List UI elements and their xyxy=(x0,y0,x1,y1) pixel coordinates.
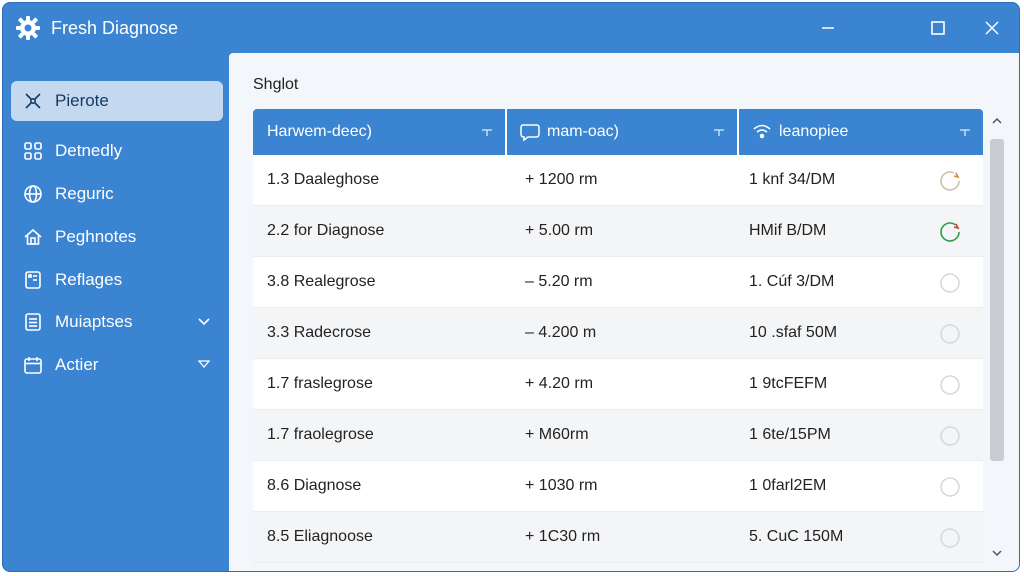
sidebar-item-pierote[interactable]: Pierote xyxy=(11,81,223,121)
sidebar-item-muiaptses[interactable]: Muiaptses xyxy=(11,302,223,342)
table-cell-time: HMif B/DM xyxy=(749,222,827,239)
table-cell-name: 8.6 Diagnose xyxy=(267,477,362,494)
title-bar: Fresh Diagnose xyxy=(3,3,1019,53)
sort-icon[interactable] xyxy=(959,129,971,137)
grid-icon xyxy=(23,141,43,161)
table-cell-value: – 5.20 rm xyxy=(525,273,593,290)
table-cell-value: – 4.200 m xyxy=(525,324,597,341)
column-header-label: leanopiee xyxy=(779,123,849,140)
table-cell-value: + 1C30 rm xyxy=(525,528,601,545)
wifi-icon xyxy=(753,124,771,139)
table-cell-name: 1.3 Daaleghose xyxy=(267,171,380,188)
scroll-thumb[interactable] xyxy=(990,139,1004,461)
chevron-up-icon[interactable] xyxy=(991,115,1003,127)
sidebar-item-label: Pierote xyxy=(55,91,109,110)
sidebar: Pierote Detnedly Reguric Peghnotes Refla xyxy=(3,53,229,571)
status-idle-icon[interactable] xyxy=(939,527,961,549)
table-cell-time: 1 9tcFEFM xyxy=(749,375,828,392)
table-cell-name: 3.3 Radecrose xyxy=(267,324,372,341)
column-header[interactable]: Harwem-deec) xyxy=(253,109,507,155)
network-icon xyxy=(23,91,43,111)
table-cell-time: 5. CuC 150M xyxy=(749,528,844,545)
sidebar-item-actier[interactable]: Actier xyxy=(11,345,223,385)
main-content: Shglot Harwem-deec) mam-oac) leanopiee 1… xyxy=(229,53,1019,571)
column-header-label: Harwem-deec) xyxy=(267,123,372,140)
app-title: Fresh Diagnose xyxy=(51,18,179,38)
minimize-icon xyxy=(822,27,834,29)
table-cell-time: 1. Cúf 3/DM xyxy=(749,273,835,290)
table-row[interactable]: 8.5 Eliagnoose + 1C30 rm 5. CuC 150M xyxy=(253,512,983,563)
table-row[interactable]: 1.3 Daaleghose + 1200 rm 1 knf 34/DM xyxy=(253,155,983,206)
document-icon xyxy=(23,270,43,290)
column-header-label: mam-oac) xyxy=(547,123,620,140)
column-header[interactable]: leanopiee xyxy=(739,109,983,155)
table-cell-name: 1.7 fraolegrose xyxy=(267,426,374,443)
globe-icon xyxy=(23,184,43,204)
status-idle-icon[interactable] xyxy=(939,272,961,294)
table-row[interactable]: 1.7 fraslegrose + 4.20 rm 1 9tcFEFM xyxy=(253,359,983,410)
caret-down-icon[interactable] xyxy=(197,357,211,371)
table-cell-name: 3.8 Realegrose xyxy=(267,273,376,290)
status-idle-icon[interactable] xyxy=(939,425,961,447)
chevron-down-icon[interactable] xyxy=(197,314,211,328)
column-header[interactable]: mam-oac) xyxy=(507,109,739,155)
close-button[interactable] xyxy=(977,15,1007,41)
sidebar-item-reflages[interactable]: Reflages xyxy=(11,260,223,300)
table-row[interactable]: 3.8 Realegrose – 5.20 rm 1. Cúf 3/DM xyxy=(253,257,983,308)
chevron-down-icon[interactable] xyxy=(991,547,1003,559)
sidebar-item-reguric[interactable]: Reguric xyxy=(11,174,223,214)
table-cell-value: + 4.20 rm xyxy=(525,375,594,392)
gear-icon xyxy=(16,16,40,40)
table-cell-value: + M60rm xyxy=(525,426,589,443)
section-title: Shglot xyxy=(253,76,299,93)
status-idle-icon[interactable] xyxy=(939,374,961,396)
table-body: 1.3 Daaleghose + 1200 rm 1 knf 34/DM 2.2 fo… xyxy=(253,155,983,563)
table-cell-name: 1.7 fraslegrose xyxy=(267,375,373,392)
status-idle-icon[interactable] xyxy=(939,323,961,345)
table-cell-time: 1 0farl2EM xyxy=(749,477,827,494)
minimize-button[interactable] xyxy=(813,15,843,41)
sidebar-item-label: Reguric xyxy=(55,184,114,203)
app-window: Fresh Diagnose Pierote Detnedly Reguric … xyxy=(2,2,1020,572)
table-cell-value: + 1030 rm xyxy=(525,477,598,494)
table-row[interactable]: 3.3 Radecrose – 4.200 m 10 .sfaf 50M xyxy=(253,308,983,359)
table-cell-value: + 1200 rm xyxy=(525,171,598,188)
table-cell-name: 2.2 for Diagnose xyxy=(267,222,385,239)
sidebar-item-label: Actier xyxy=(55,355,99,374)
table-header: Harwem-deec) mam-oac) leanopiee xyxy=(253,109,983,155)
calendar-icon xyxy=(23,355,43,375)
vertical-scrollbar[interactable] xyxy=(985,109,1009,569)
maximize-button[interactable] xyxy=(923,15,953,41)
status-pending-icon[interactable] xyxy=(939,170,961,192)
sidebar-item-label: Peghnotes xyxy=(55,227,137,246)
close-icon xyxy=(985,21,999,35)
table-cell-time: 10 .sfaf 50M xyxy=(749,324,838,341)
sidebar-item-label: Detnedly xyxy=(55,141,123,160)
maximize-icon xyxy=(931,21,945,35)
sidebar-item-label: Reflages xyxy=(55,270,123,289)
status-idle-icon[interactable] xyxy=(939,476,961,498)
list-icon xyxy=(23,312,43,332)
table-row[interactable]: 1.7 fraolegrose + M60rm 1 6te/15PM xyxy=(253,410,983,461)
sort-icon[interactable] xyxy=(713,129,725,137)
sort-icon[interactable] xyxy=(481,129,493,137)
table-cell-time: 1 knf 34/DM xyxy=(749,171,836,188)
table-cell-time: 1 6te/15PM xyxy=(749,426,831,443)
table-row[interactable]: 2.2 for Diagnose + 5.00 rm HMif B/DM xyxy=(253,206,983,257)
speech-bubble-icon xyxy=(520,124,540,142)
home-icon xyxy=(23,227,43,247)
sidebar-item-label: Muiaptses xyxy=(55,312,133,331)
sidebar-item-detnedly[interactable]: Detnedly xyxy=(11,131,223,171)
data-table: Harwem-deec) mam-oac) leanopiee 1.3 Daal… xyxy=(253,109,983,563)
status-ok-icon[interactable] xyxy=(939,221,961,243)
sidebar-item-peghnotes[interactable]: Peghnotes xyxy=(11,217,223,257)
table-cell-name: 8.5 Eliagnoose xyxy=(267,528,373,545)
table-row[interactable]: 8.6 Diagnose + 1030 rm 1 0farl2EM xyxy=(253,461,983,512)
table-cell-value: + 5.00 rm xyxy=(525,222,594,239)
